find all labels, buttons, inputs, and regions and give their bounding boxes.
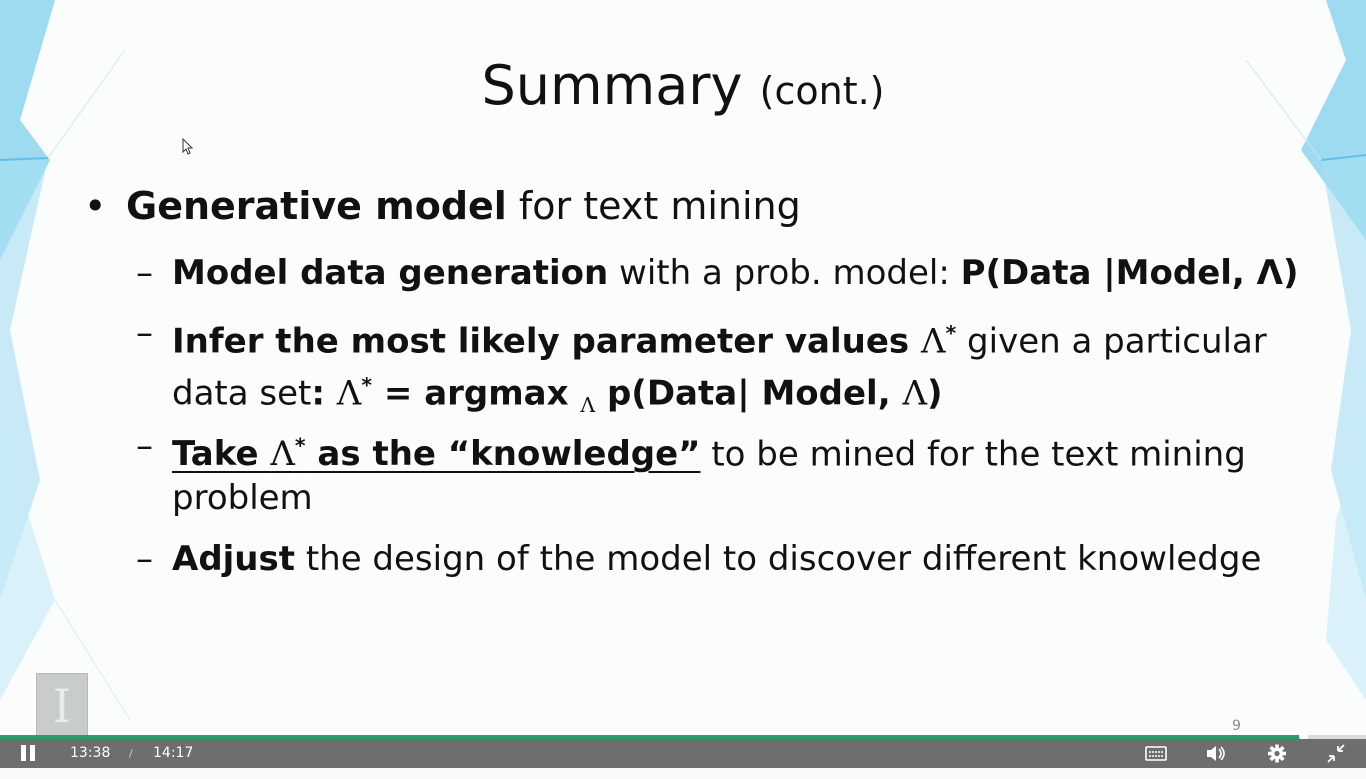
item2-bold: Infer the most likely parameter values (172, 321, 921, 362)
pause-icon (21, 745, 35, 761)
exit-fullscreen-icon (1327, 744, 1345, 763)
gear-icon (1268, 744, 1286, 763)
logo-letter: I (52, 679, 72, 733)
dash: – (136, 313, 153, 353)
pause-button[interactable] (18, 739, 40, 768)
lambda-symbol: Λ (336, 373, 362, 414)
star: * (945, 321, 957, 345)
item3-line2: problem (172, 478, 313, 518)
dash: – (136, 426, 153, 466)
settings-button[interactable] (1265, 739, 1289, 768)
time-separator: / (129, 747, 133, 760)
close-paren: ) (927, 373, 943, 414)
dash: – (136, 539, 153, 579)
mouse-cursor-icon (182, 138, 194, 155)
slide: Summary (cont.) • Generative model for t… (0, 0, 1366, 740)
colon: : (311, 373, 337, 414)
university-logo: I (36, 673, 88, 739)
item2-rest: given a particular (956, 321, 1267, 362)
title-suffix: (cont.) (759, 69, 885, 113)
slide-title: Summary (cont.) (0, 54, 1366, 117)
volume-icon (1207, 746, 1225, 761)
item1-formula: P(Data |Model, Λ) (960, 253, 1299, 293)
captions-button[interactable] (1144, 739, 1168, 768)
lambda-symbol: Λ (902, 373, 928, 414)
slide-page-number: 9 (1232, 718, 1241, 734)
lambda-symbol: Λ (270, 434, 295, 475)
bullet-symbol: • (84, 184, 107, 228)
item4-rest: the design of the model to discover diff… (295, 539, 1262, 579)
duration: 14:17 (153, 745, 194, 761)
item2-likelihood: p(Data| Model, (595, 373, 903, 414)
bullet-bold: Generative model (126, 184, 507, 228)
item1-rest: with a prob. model: (608, 253, 961, 293)
item3-underlined: Take Λ* as the “knowledge” (172, 434, 701, 474)
item3-take: Take (172, 434, 271, 475)
lambda-symbol: Λ (921, 321, 946, 362)
title-main: Summary (481, 54, 743, 117)
dash: – (136, 253, 153, 293)
argmax-subscript: Λ (580, 393, 596, 418)
item1-bold: Model data generation (172, 253, 609, 293)
item3-knowledge: as the “knowledge” (305, 434, 701, 475)
captions-icon (1145, 746, 1167, 761)
item2-line2-prefix: data set (172, 373, 312, 414)
star: * (294, 434, 306, 458)
exit-fullscreen-button[interactable] (1324, 739, 1348, 768)
item3-rest: to be mined for the text mining (700, 434, 1246, 475)
argmax: = argmax (372, 373, 581, 414)
volume-button[interactable] (1204, 739, 1228, 768)
current-time: 13:38 (70, 745, 111, 761)
item4-bold: Adjust (172, 539, 296, 579)
star: * (361, 373, 373, 397)
bullet-rest: for text mining (506, 184, 801, 228)
video-control-bar: 13:38 / 14:17 (0, 739, 1366, 768)
